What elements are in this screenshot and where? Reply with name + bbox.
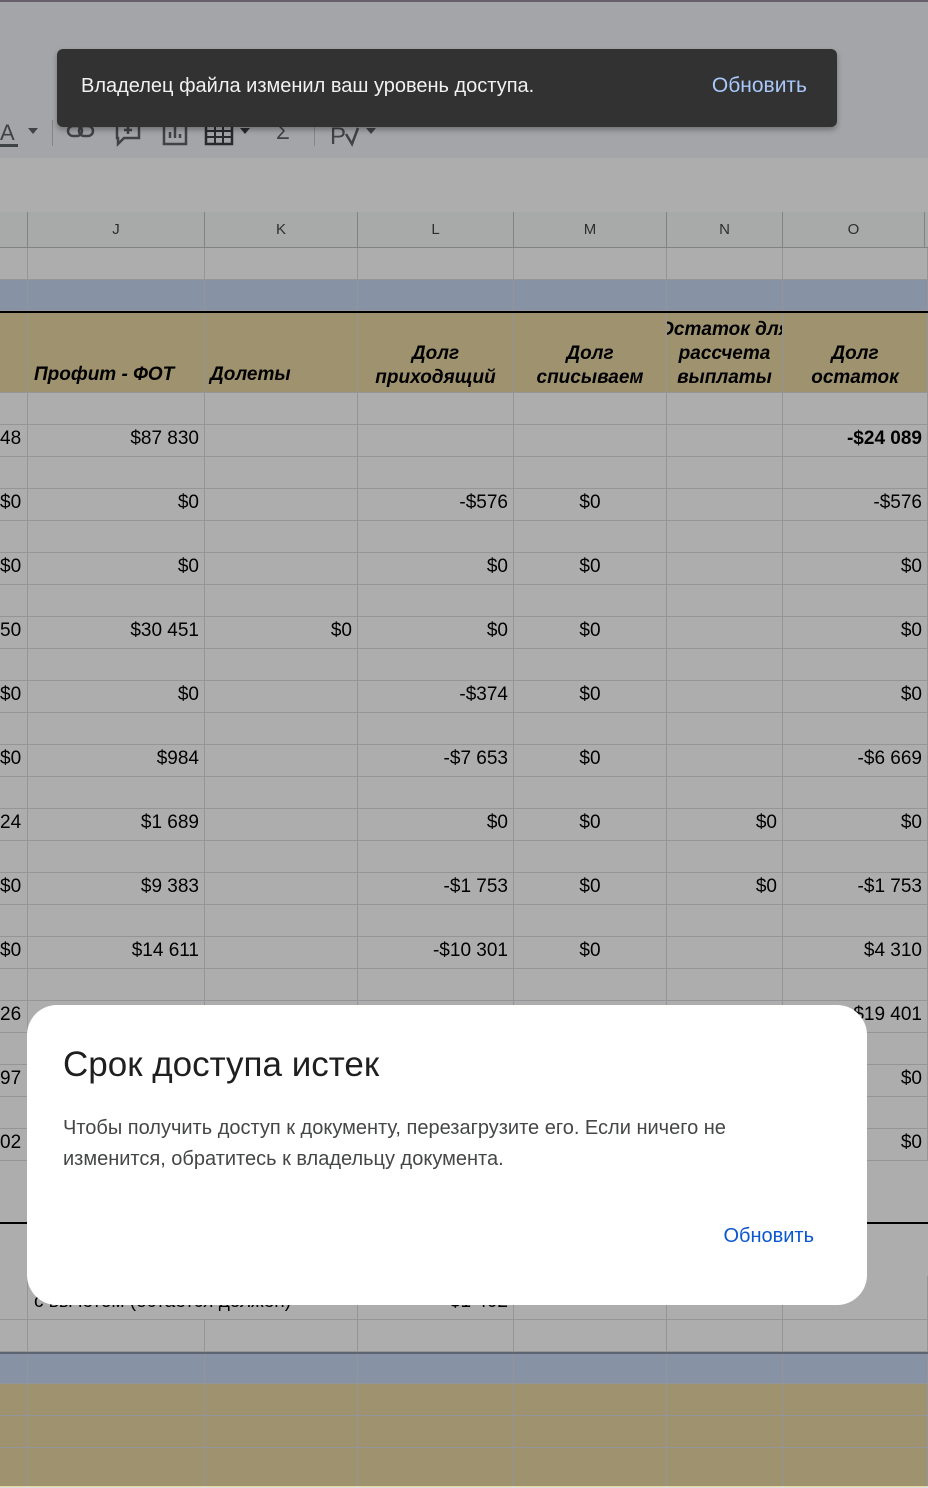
dialog-title: Срок доступа истек — [63, 1045, 380, 1084]
access-expired-dialog: Срок доступа истек Чтобы получить доступ… — [27, 1005, 867, 1305]
dialog-body: Чтобы получить доступ к документу, перез… — [63, 1117, 726, 1170]
snackbar-refresh-button[interactable]: Обновить — [712, 74, 807, 98]
dialog-refresh-button[interactable]: Обновить — [723, 1225, 814, 1248]
snackbar-message: Владелец файла изменил ваш уровень досту… — [81, 75, 535, 97]
access-changed-snackbar: Владелец файла изменил ваш уровень досту… — [57, 49, 837, 127]
